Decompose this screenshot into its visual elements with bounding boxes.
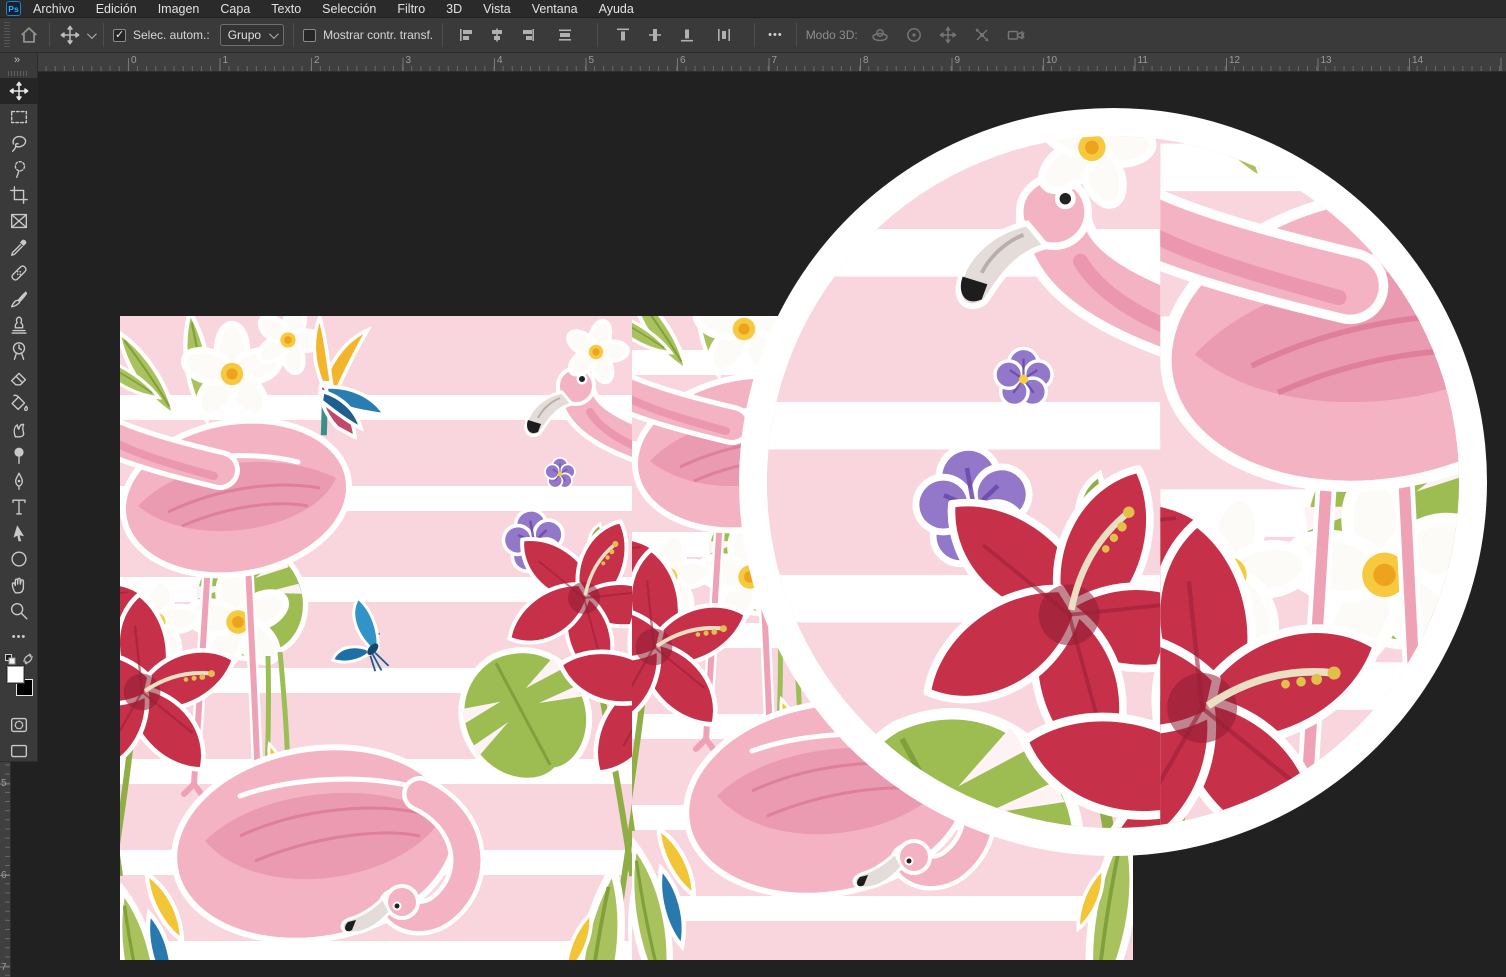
- ruler-h-number: 9: [952, 55, 961, 66]
- ruler-v-number: 6: [1, 870, 7, 881]
- align-right-edges-icon[interactable]: [518, 26, 536, 44]
- ruler-v-number: 5: [1, 778, 7, 789]
- tool-frame[interactable]: [0, 208, 38, 234]
- ruler-h-number: 3: [403, 55, 412, 66]
- tool-preset-chevron-icon[interactable]: [87, 29, 97, 39]
- move-tool-preset-icon[interactable]: [59, 24, 81, 46]
- ruler-h-number: 8: [860, 55, 869, 66]
- auto-select-label: Selec. autom.:: [133, 28, 210, 42]
- align-top-edges-icon[interactable]: [614, 26, 632, 44]
- menu-ventana[interactable]: Ventana: [532, 2, 578, 16]
- photoshop-logo-icon: Ps: [6, 1, 21, 16]
- separator: [754, 23, 755, 47]
- separator: [796, 23, 797, 47]
- 3d-camera-icon[interactable]: [1006, 25, 1028, 45]
- tool-type[interactable]: [0, 494, 38, 520]
- auto-select-target-value: Grupo: [228, 28, 261, 42]
- menu-ayuda[interactable]: Ayuda: [599, 2, 634, 16]
- chevron-down-icon: [269, 29, 279, 39]
- options-bar: Selec. autom.: Grupo Mostrar contr. tran…: [0, 18, 1506, 53]
- tools-grip[interactable]: [8, 71, 29, 76]
- menu-vista[interactable]: Vista: [483, 2, 511, 16]
- menu-filtro[interactable]: Filtro: [397, 2, 425, 16]
- tool-ellipse-shape[interactable]: [0, 546, 38, 572]
- tool-hand[interactable]: [0, 572, 38, 598]
- tool-path-selection[interactable]: [0, 520, 38, 546]
- show-transform-checkbox[interactable]: [303, 29, 316, 42]
- menu-capa[interactable]: Capa: [220, 2, 250, 16]
- separator: [49, 23, 50, 47]
- menu-seleccion[interactable]: Selección: [322, 2, 376, 16]
- ruler-h-number: 1: [220, 55, 229, 66]
- auto-select-target-dropdown[interactable]: Grupo: [220, 24, 284, 46]
- distribute-horizontal-centers-icon[interactable]: [715, 26, 733, 44]
- photoshop-window: Ps Archivo Edición Imagen Capa Texto Sel…: [0, 0, 1506, 977]
- tool-lasso[interactable]: [0, 130, 38, 156]
- separator: [293, 23, 294, 47]
- quick-mask-mode-button[interactable]: [0, 712, 38, 738]
- show-transform-label: Mostrar contr. transf.: [323, 28, 433, 42]
- align-bottom-edges-icon[interactable]: [678, 26, 696, 44]
- more-tools-button[interactable]: •••: [0, 624, 38, 650]
- ruler-h-number: 4: [494, 55, 503, 66]
- tool-smudge[interactable]: [0, 416, 38, 442]
- tool-history-brush[interactable]: [0, 338, 38, 364]
- expand-tools-button[interactable]: »: [0, 53, 37, 70]
- menu-imagen[interactable]: Imagen: [158, 2, 200, 16]
- menu-archivo[interactable]: Archivo: [33, 2, 75, 16]
- ruler-h-number: 10: [1043, 55, 1057, 66]
- tool-rectangular-marquee[interactable]: [0, 104, 38, 130]
- menu-3d[interactable]: 3D: [446, 2, 462, 16]
- more-align-options-button[interactable]: •••: [764, 29, 787, 41]
- separator: [597, 23, 598, 47]
- ruler-h-number: 0: [128, 55, 137, 66]
- tool-spot-healing-brush[interactable]: [0, 260, 38, 286]
- align-vertical-centers-icon[interactable]: [646, 26, 664, 44]
- tool-brush[interactable]: [0, 286, 38, 312]
- ruler-h-number: 5: [586, 55, 595, 66]
- ruler-horizontal[interactable]: 0 1 2 3 4 5 6 7 8 9 10 11 12 13 14: [0, 53, 1506, 72]
- separator: [103, 23, 104, 47]
- zoom-detail-circle: [739, 108, 1487, 856]
- ruler-h-number: 14: [1409, 55, 1423, 66]
- separator: [442, 23, 443, 47]
- 3d-roll-icon[interactable]: [904, 25, 924, 45]
- 3d-orbit-icon[interactable]: [870, 25, 890, 45]
- tool-pen[interactable]: [0, 468, 38, 494]
- ruler-h-number: 12: [1226, 55, 1240, 66]
- ruler-h-number: 7: [769, 55, 778, 66]
- distribute-vertical-centers-icon[interactable]: [556, 26, 574, 44]
- mode-3d-label: Modo 3D:: [806, 28, 858, 42]
- options-bar-grip[interactable]: [4, 22, 10, 48]
- menu-edicion[interactable]: Edición: [96, 2, 137, 16]
- 3d-pan-icon[interactable]: [938, 25, 958, 45]
- tool-eraser[interactable]: [0, 364, 38, 390]
- ruler-h-number: 13: [1318, 55, 1332, 66]
- align-left-edges-icon[interactable]: [458, 26, 476, 44]
- tool-move[interactable]: [0, 78, 38, 104]
- menu-bar: Ps Archivo Edición Imagen Capa Texto Sel…: [0, 0, 1506, 18]
- ruler-h-number: 2: [311, 55, 320, 66]
- tool-crop[interactable]: [0, 182, 38, 208]
- auto-select-checkbox[interactable]: [113, 29, 126, 42]
- ruler-h-number: 6: [677, 55, 686, 66]
- tool-eyedropper[interactable]: [0, 234, 38, 260]
- ruler-h-number: 11: [1135, 55, 1148, 66]
- tool-clone-stamp[interactable]: [0, 312, 38, 338]
- align-horizontal-centers-icon[interactable]: [488, 26, 506, 44]
- tools-panel: »: [0, 53, 38, 762]
- tool-quick-selection[interactable]: [0, 156, 38, 182]
- 3d-slide-icon[interactable]: [972, 25, 992, 45]
- home-icon[interactable]: [18, 24, 40, 46]
- menu-texto[interactable]: Texto: [271, 2, 301, 16]
- tool-paint-bucket[interactable]: [0, 390, 38, 416]
- tool-dodge[interactable]: [0, 442, 38, 468]
- screen-mode-button[interactable]: [0, 738, 38, 764]
- tool-zoom[interactable]: [0, 598, 38, 624]
- zoom-detail-content: [767, 136, 1459, 828]
- color-controls: [0, 650, 38, 712]
- foreground-color-swatch[interactable]: [7, 666, 24, 683]
- ruler-v-number: 7: [1, 962, 7, 973]
